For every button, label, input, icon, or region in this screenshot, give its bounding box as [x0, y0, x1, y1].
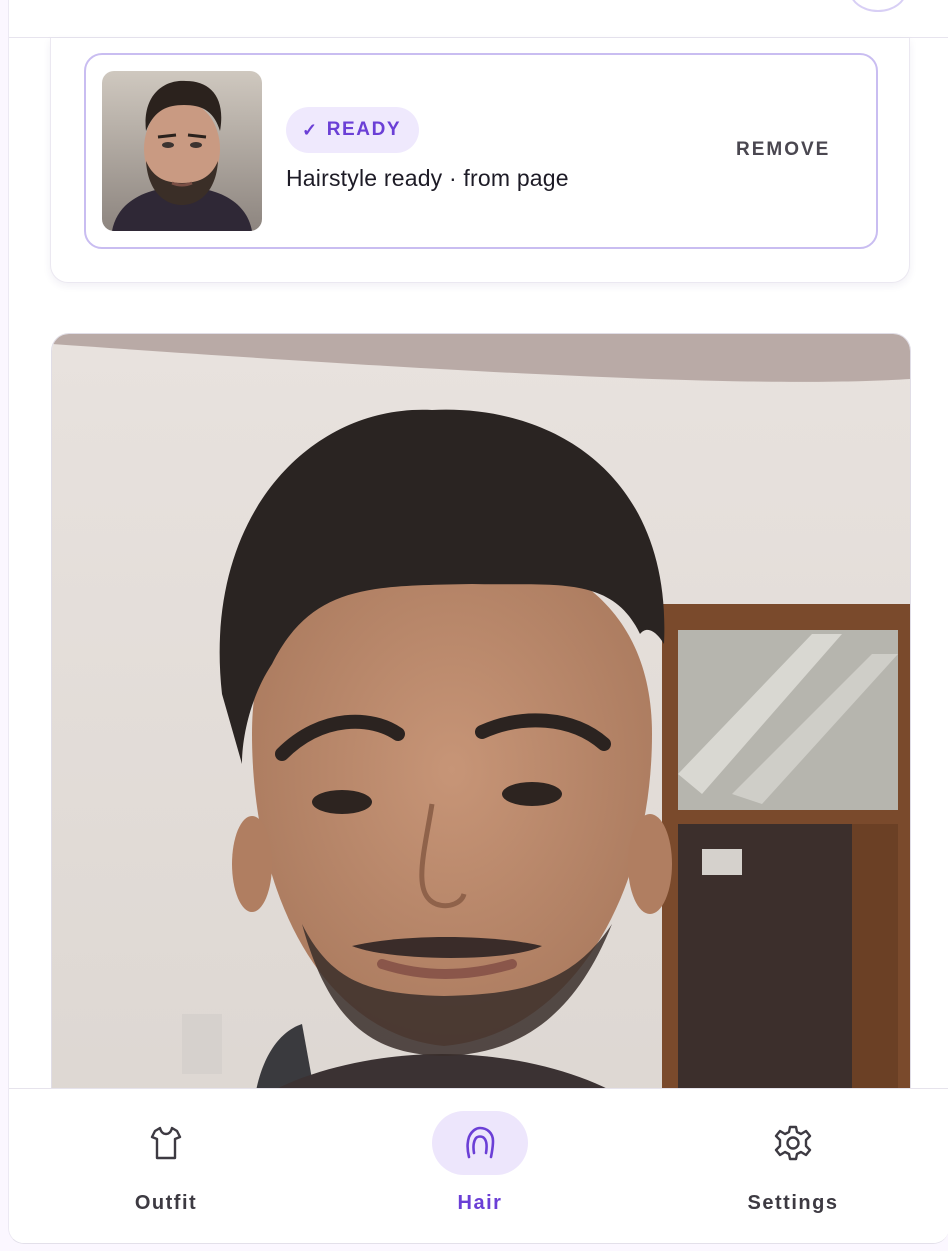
nav-tab-outfit-icon-wrap	[118, 1111, 214, 1175]
nav-tab-hair-label: Hair	[457, 1192, 503, 1214]
app-frame: ✓ READY Hairstyle ready · from page REMO…	[8, 0, 948, 1244]
gear-icon	[774, 1125, 812, 1161]
remove-hairstyle-button[interactable]: REMOVE	[736, 139, 830, 161]
selected-hairstyle-card: ✓ READY Hairstyle ready · from page REMO…	[84, 53, 878, 249]
hairstyle-status-text: Hairstyle ready · from page	[286, 165, 569, 191]
ready-badge-label: READY	[326, 119, 402, 140]
nav-tab-outfit[interactable]: Outfit	[76, 1111, 256, 1221]
shirt-icon	[150, 1126, 182, 1160]
hair-icon	[466, 1126, 495, 1159]
nav-tab-settings[interactable]: Settings	[703, 1111, 883, 1221]
nav-tab-settings-icon-wrap	[745, 1111, 841, 1175]
hairstyle-reference-thumbnail	[102, 71, 262, 231]
ready-status-badge: ✓ READY	[286, 107, 420, 153]
top-header-strip	[9, 0, 948, 38]
nav-tab-outfit-label: Outfit	[134, 1192, 198, 1214]
nav-tab-settings-label: Settings	[747, 1192, 839, 1214]
nav-tab-hair[interactable]: Hair	[390, 1111, 570, 1221]
hairstyle-panel: ✓ READY Hairstyle ready · from page REMO…	[50, 38, 910, 283]
bottom-navigation: Outfit Hair Settings	[9, 1088, 948, 1243]
nav-tab-hair-icon-wrap	[432, 1111, 528, 1175]
user-photo-preview	[51, 333, 911, 1135]
profile-avatar[interactable]	[849, 0, 907, 12]
checkmark-icon: ✓	[302, 119, 319, 140]
